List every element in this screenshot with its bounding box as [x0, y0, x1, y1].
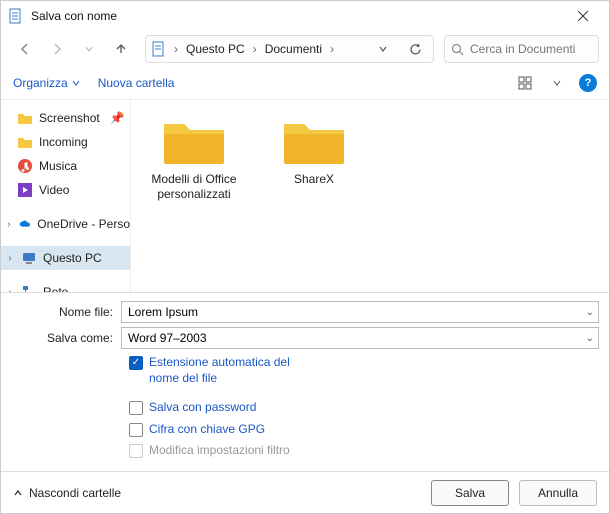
- chevron-down-icon[interactable]: ⌄: [586, 333, 594, 344]
- hide-folders-button[interactable]: Nascondi cartelle: [13, 486, 121, 500]
- folder-icon: [282, 114, 346, 166]
- hide-folders-label: Nascondi cartelle: [29, 486, 121, 500]
- folder-icon: [17, 110, 33, 126]
- sidebar-item-label: Incoming: [39, 135, 88, 149]
- window-title: Salva con nome: [31, 9, 563, 23]
- folder-icon: [162, 114, 226, 166]
- breadcrumb-segment[interactable]: Documenti: [265, 42, 322, 56]
- dialog-body: Screenshot 📌 Incoming Musica Video › One…: [1, 99, 609, 292]
- toolbar: Organizza Nuova cartella ?: [1, 67, 609, 99]
- folder-label: ShareX: [294, 172, 334, 187]
- refresh-button[interactable]: [401, 35, 429, 63]
- document-icon: [7, 8, 23, 24]
- form-area: Nome file: Lorem Ipsum ⌄ Salva come: Wor…: [1, 292, 609, 471]
- chevron-up-icon: [13, 488, 23, 498]
- network-icon: [21, 284, 37, 292]
- organize-menu[interactable]: Organizza: [13, 76, 80, 90]
- saveas-value: Word 97–2003: [128, 331, 207, 345]
- help-button[interactable]: ?: [579, 74, 597, 92]
- video-icon: [17, 182, 33, 198]
- expand-icon[interactable]: ›: [5, 253, 15, 264]
- filename-label: Nome file:: [11, 305, 121, 319]
- address-bar[interactable]: › Questo PC › Documenti ›: [145, 35, 434, 63]
- sidebar-item-incoming[interactable]: Incoming: [1, 130, 130, 154]
- sidebar-item-label: Musica: [39, 159, 77, 173]
- nav-row: › Questo PC › Documenti ›: [1, 31, 609, 67]
- folder-icon: [17, 134, 33, 150]
- recent-dropdown-icon[interactable]: [75, 35, 103, 63]
- sidebar-item-label: Rete: [43, 285, 68, 292]
- filename-input[interactable]: Lorem Ipsum ⌄: [121, 301, 599, 323]
- sidebar-item-network[interactable]: › Rete: [1, 280, 130, 292]
- sidebar: Screenshot 📌 Incoming Musica Video › One…: [1, 100, 131, 292]
- close-button[interactable]: [563, 1, 603, 31]
- chevron-right-icon[interactable]: ›: [170, 42, 182, 56]
- sidebar-item-label: OneDrive - Perso: [37, 217, 130, 231]
- footer: Nascondi cartelle Salva Annulla: [1, 471, 609, 513]
- cancel-button[interactable]: Annulla: [519, 480, 597, 506]
- pc-icon: [21, 250, 37, 266]
- view-options-button[interactable]: [515, 73, 535, 93]
- titlebar: Salva con nome: [1, 1, 609, 31]
- sidebar-item-label: Questo PC: [43, 251, 102, 265]
- sidebar-item-music[interactable]: Musica: [1, 154, 130, 178]
- pin-icon: 📌: [110, 111, 125, 125]
- checkbox-icon[interactable]: [129, 401, 143, 415]
- chevron-down-icon: [72, 79, 80, 87]
- checkbox-icon: [129, 444, 143, 458]
- forward-button[interactable]: [43, 35, 71, 63]
- folder-content[interactable]: Modelli di Office personalizzati ShareX: [131, 100, 609, 292]
- folder-item[interactable]: Modelli di Office personalizzati: [139, 114, 249, 202]
- option-gpg[interactable]: Cifra con chiave GPG: [129, 422, 599, 438]
- new-folder-button[interactable]: Nuova cartella: [98, 76, 175, 90]
- saveas-select[interactable]: Word 97–2003 ⌄: [121, 327, 599, 349]
- location-icon: [150, 41, 166, 57]
- breadcrumb-segment[interactable]: Questo PC: [186, 42, 245, 56]
- music-icon: [17, 158, 33, 174]
- onedrive-icon: [19, 216, 31, 232]
- sidebar-item-label: Screenshot: [39, 111, 100, 125]
- up-button[interactable]: [107, 35, 135, 63]
- sidebar-item-video[interactable]: Video: [1, 178, 130, 202]
- checkbox-icon[interactable]: [129, 356, 143, 370]
- chevron-down-icon[interactable]: [553, 79, 561, 87]
- sidebar-item-screenshot[interactable]: Screenshot 📌: [1, 106, 130, 130]
- option-label: Salva con password: [149, 400, 256, 416]
- folder-label: Modelli di Office personalizzati: [139, 172, 249, 202]
- option-label: Estensione automatica del nome del file: [149, 355, 299, 386]
- chevron-down-icon[interactable]: ⌄: [586, 307, 594, 318]
- back-button[interactable]: [11, 35, 39, 63]
- option-label: Cifra con chiave GPG: [149, 422, 265, 438]
- option-filter: Modifica impostazioni filtro: [129, 443, 599, 459]
- option-label: Modifica impostazioni filtro: [149, 443, 290, 459]
- chevron-right-icon[interactable]: ›: [326, 42, 338, 56]
- option-password[interactable]: Salva con password: [129, 400, 599, 416]
- chevron-right-icon[interactable]: ›: [249, 42, 261, 56]
- address-dropdown-icon[interactable]: [369, 35, 397, 63]
- sidebar-item-label: Video: [39, 183, 69, 197]
- expand-icon[interactable]: ›: [5, 219, 13, 230]
- sidebar-item-onedrive[interactable]: › OneDrive - Perso: [1, 212, 130, 236]
- filename-value: Lorem Ipsum: [128, 305, 198, 319]
- option-auto-extension[interactable]: Estensione automatica del nome del file: [129, 355, 599, 386]
- folder-item[interactable]: ShareX: [259, 114, 369, 187]
- save-button[interactable]: Salva: [431, 480, 509, 506]
- organize-label: Organizza: [13, 76, 68, 90]
- save-options: Estensione automatica del nome del file …: [11, 355, 599, 459]
- search-input[interactable]: [470, 42, 610, 56]
- search-box[interactable]: [444, 35, 599, 63]
- checkbox-icon[interactable]: [129, 423, 143, 437]
- search-icon: [451, 43, 464, 56]
- save-dialog: Salva con nome › Questo PC › Documenti ›: [0, 0, 610, 514]
- sidebar-item-thispc[interactable]: › Questo PC: [1, 246, 130, 270]
- saveas-label: Salva come:: [11, 331, 121, 345]
